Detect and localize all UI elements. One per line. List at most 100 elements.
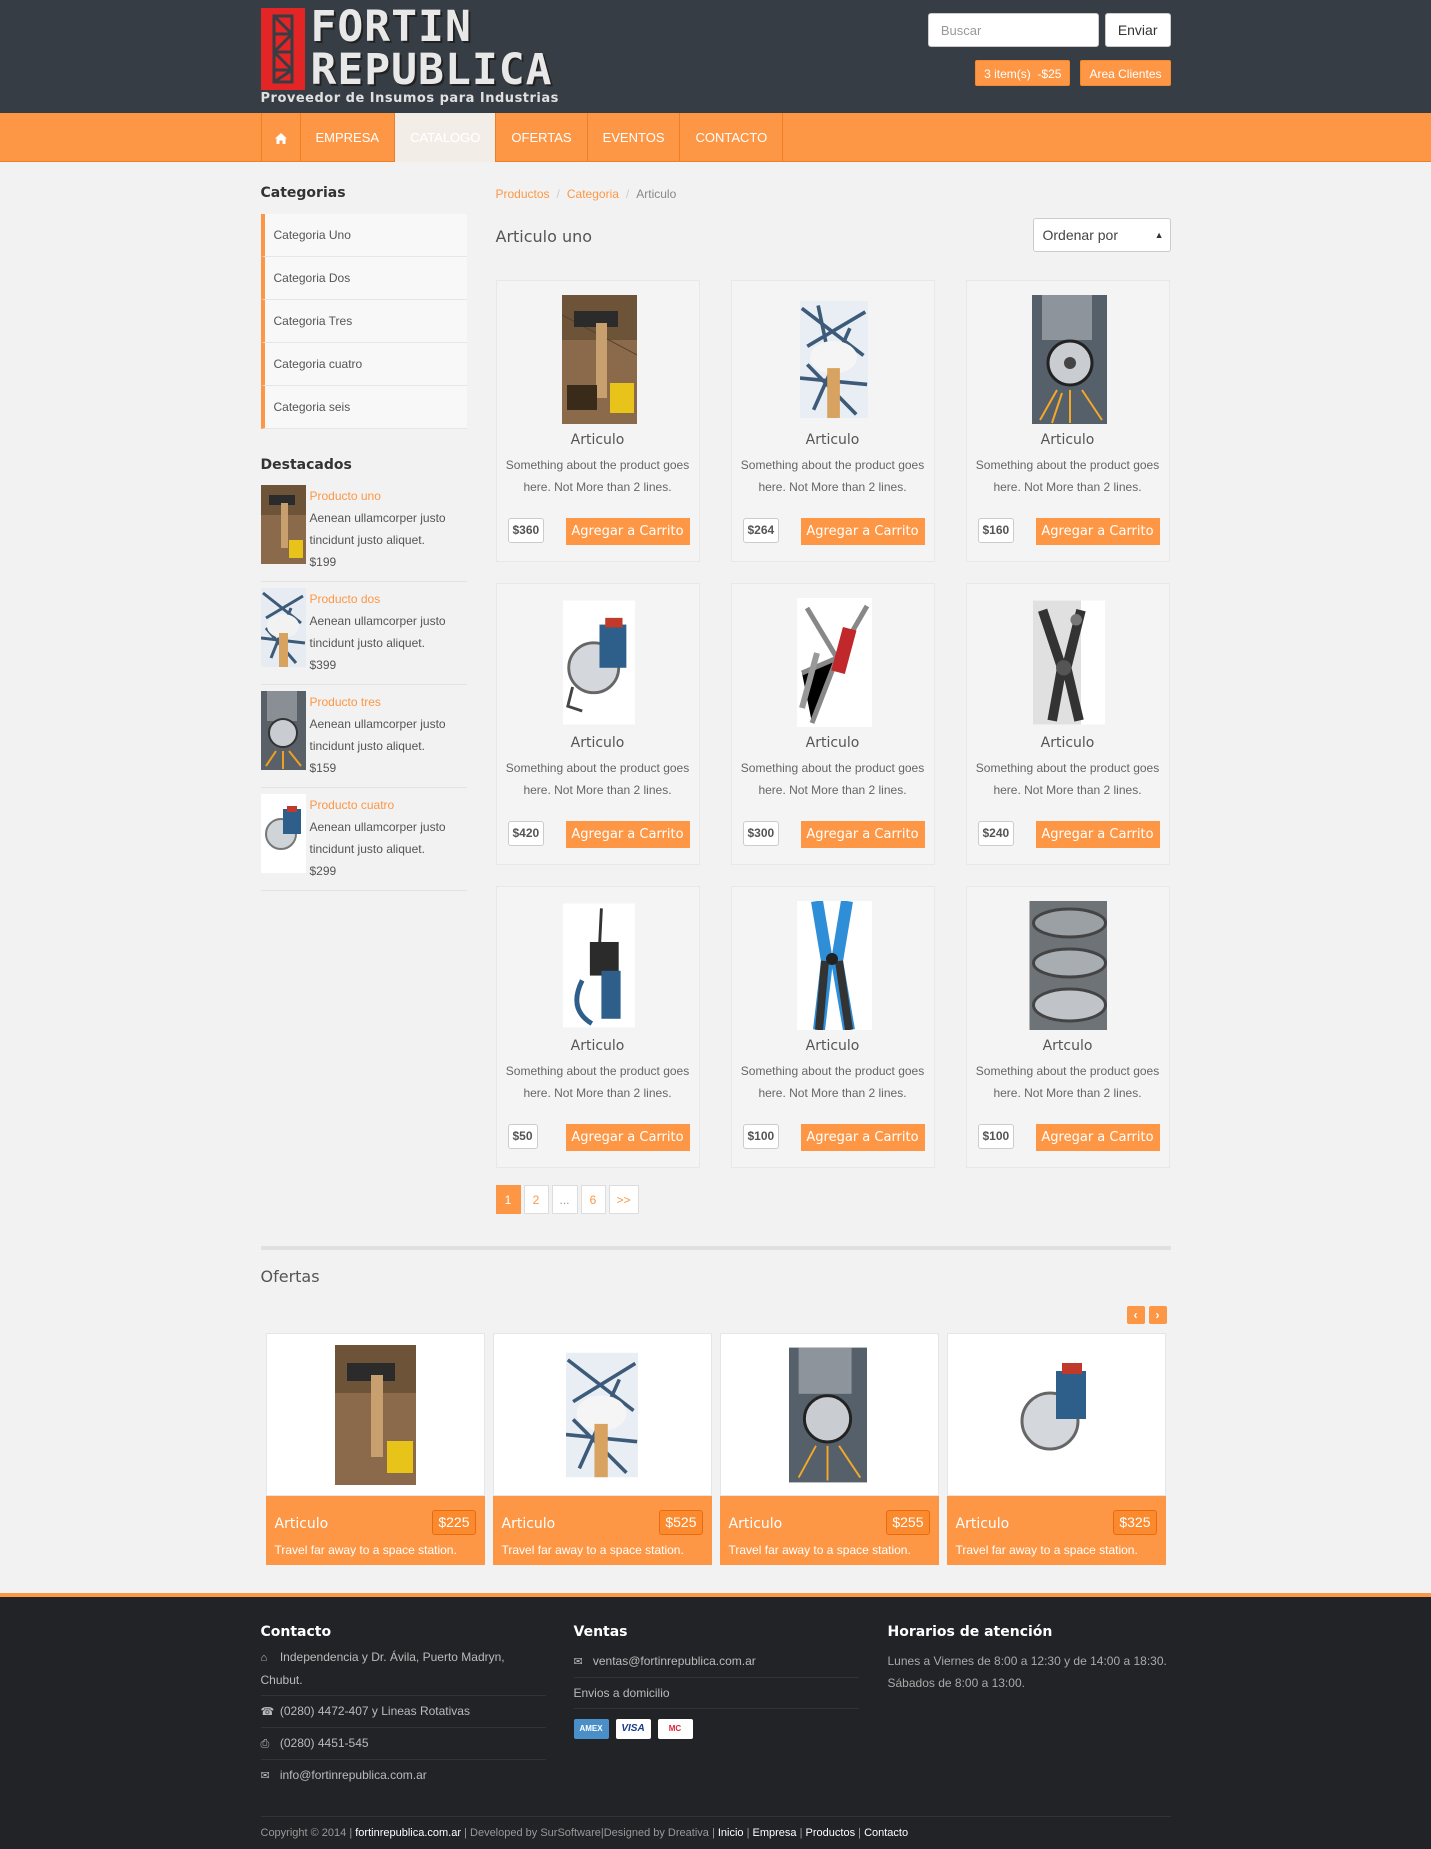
copyright-site-link[interactable]: fortinrepublica.com.ar xyxy=(355,1827,461,1839)
amex-card-icon: AMEX xyxy=(573,1719,609,1739)
add-to-cart-button[interactable]: Agregar a Carrito xyxy=(1035,821,1160,848)
breadcrumb-link[interactable]: Productos xyxy=(496,187,550,201)
footer-link-inicio[interactable]: Inicio xyxy=(718,1827,744,1839)
footer-link-productos[interactable]: Productos xyxy=(806,1827,856,1839)
category-item[interactable]: Categoria seis xyxy=(260,386,467,429)
product-title[interactable]: Articulo xyxy=(497,735,699,751)
chevron-left-icon[interactable]: ‹ xyxy=(1126,1306,1145,1324)
product-title[interactable]: Articulo xyxy=(967,735,1169,751)
footer-hours2: Sábados de 8:00 a 13:00. xyxy=(887,1676,1025,1690)
category-item[interactable]: Categoria Uno xyxy=(260,214,467,257)
add-to-cart-button[interactable]: Agregar a Carrito xyxy=(800,518,925,545)
product-desc: Something about the product goes here. N… xyxy=(505,458,690,494)
product-title[interactable]: Articulo xyxy=(732,735,934,751)
envelope-icon: ✉ xyxy=(573,1656,583,1668)
product-title[interactable]: Articulo xyxy=(732,432,934,448)
page-link-current[interactable]: 1 xyxy=(495,1185,521,1214)
offer-price: $255 xyxy=(886,1510,930,1535)
footer-hours1: Lunes a Viernes de 8:00 a 12:30 y de 14:… xyxy=(887,1654,1167,1668)
product-card: Articulo Something about the product goe… xyxy=(495,886,700,1168)
offer-price: $225 xyxy=(432,1510,476,1535)
footer-divider xyxy=(260,1816,1171,1817)
product-price: $100 xyxy=(742,1124,780,1149)
footer-address: Independencia y Dr. Ávila, Puerto Madryn… xyxy=(260,1650,505,1687)
page-link[interactable]: 2 xyxy=(523,1185,549,1214)
featured-item[interactable]: Producto dos Aenean ullamcorper justo ti… xyxy=(260,582,467,685)
product-price: $360 xyxy=(507,518,545,543)
category-item[interactable]: Categoria Tres xyxy=(260,300,467,343)
product-desc: Something about the product goes here. N… xyxy=(740,1064,925,1100)
logo-tagline: Proveedor de Insumos para Industrias xyxy=(260,91,559,106)
next-page-link[interactable]: >> xyxy=(608,1185,639,1214)
add-to-cart-button[interactable]: Agregar a Carrito xyxy=(800,1124,925,1151)
section-divider xyxy=(260,1246,1171,1250)
site-logo[interactable]: FORTIN REPUBLICA Proveedor de Insumos pa… xyxy=(260,6,558,108)
footer-link-empresa[interactable]: Empresa xyxy=(753,1827,797,1839)
breadcrumb-link[interactable]: Categoria xyxy=(567,187,619,201)
featured-name[interactable]: Producto cuatro xyxy=(310,794,467,816)
copyright: Copyright © 2014 | fortinrepublica.com.a… xyxy=(260,1827,909,1839)
add-to-cart-button[interactable]: Agregar a Carrito xyxy=(800,821,925,848)
featured-desc: Aenean ullamcorper justo tincidunt justo… xyxy=(309,614,446,650)
featured-name[interactable]: Producto tres xyxy=(310,691,467,713)
offer-card[interactable]: Articulo $525 Travel far away to a space… xyxy=(492,1333,712,1565)
circular-saw-product-image xyxy=(260,794,306,873)
product-card: Articulo Something about the product goe… xyxy=(495,583,700,865)
category-item[interactable]: Categoria cuatro xyxy=(260,343,467,386)
nav-item-empresa[interactable]: EMPRESA xyxy=(301,113,396,162)
nav-home[interactable] xyxy=(262,113,301,162)
nav-item-eventos[interactable]: EVENTOS xyxy=(588,113,681,162)
grinder-offer-image xyxy=(788,1347,867,1483)
featured-name[interactable]: Producto dos xyxy=(310,588,467,610)
product-price: $300 xyxy=(742,821,780,846)
offer-name: Articulo xyxy=(274,1516,329,1532)
chevron-right-icon[interactable]: › xyxy=(1148,1306,1167,1324)
offer-price: $325 xyxy=(1113,1510,1157,1535)
visa-card-icon: VISA xyxy=(615,1719,651,1739)
featured-item[interactable]: Producto cuatro Aenean ullamcorper justo… xyxy=(260,788,467,891)
footer-phone2: (0280) 4451-545 xyxy=(279,1736,369,1750)
footer-email[interactable]: info@fortinrepublica.com.ar xyxy=(280,1768,427,1782)
product-title[interactable]: Articulo xyxy=(497,432,699,448)
add-to-cart-button[interactable]: Agregar a Carrito xyxy=(565,1124,690,1151)
offer-desc: Travel far away to a space station. xyxy=(274,1543,457,1557)
nav-item-catalogo[interactable]: CATALOGO xyxy=(395,113,497,162)
clients-area-button[interactable]: Area Clientes xyxy=(1080,60,1171,86)
offer-card[interactable]: Articulo $325 Travel far away to a space… xyxy=(946,1333,1166,1565)
featured-name[interactable]: Producto uno xyxy=(310,485,467,507)
site-header: FORTIN REPUBLICA Proveedor de Insumos pa… xyxy=(0,0,1431,113)
nav-item-ofertas[interactable]: OFERTAS xyxy=(496,113,588,162)
offer-price: $525 xyxy=(659,1510,703,1535)
featured-item[interactable]: Producto tres Aenean ullamcorper justo t… xyxy=(260,685,467,788)
offer-card[interactable]: Articulo $225 Travel far away to a space… xyxy=(265,1333,485,1565)
search-input[interactable] xyxy=(927,13,1099,47)
product-desc: Something about the product goes here. N… xyxy=(505,1064,690,1100)
nav-item-contacto[interactable]: CONTACTO xyxy=(680,113,784,162)
add-to-cart-button[interactable]: Agregar a Carrito xyxy=(565,821,690,848)
product-desc: Something about the product goes here. N… xyxy=(505,761,690,797)
footer-link-contacto[interactable]: Contacto xyxy=(864,1827,908,1839)
product-title[interactable]: Articulo xyxy=(732,1038,934,1054)
page-link[interactable]: 6 xyxy=(580,1185,606,1214)
offer-name: Articulo xyxy=(501,1516,556,1532)
add-to-cart-button[interactable]: Agregar a Carrito xyxy=(1035,1124,1160,1151)
featured-list: Producto uno Aenean ullamcorper justo ti… xyxy=(260,479,467,891)
footer-sales-email[interactable]: ventas@fortinrepublica.com.ar xyxy=(593,1654,756,1668)
product-title[interactable]: Articulo xyxy=(967,432,1169,448)
footer-contact: Contacto ⌂ Independencia y Dr. Ávila, Pu… xyxy=(260,1624,546,1791)
category-item[interactable]: Categoria Dos xyxy=(260,257,467,300)
cart-button[interactable]: 3 item(s) -$25 xyxy=(975,60,1071,86)
printer-icon: ⎙ xyxy=(260,1738,270,1750)
home-icon: ⌂ xyxy=(260,1652,268,1664)
add-to-cart-button[interactable]: Agregar a Carrito xyxy=(1035,518,1160,545)
product-title[interactable]: Artculo xyxy=(967,1038,1169,1054)
product-title[interactable]: Articulo xyxy=(497,1038,699,1054)
search-form: Enviar xyxy=(927,13,1171,47)
sort-select[interactable]: Ordenar por ▲ xyxy=(1032,218,1171,252)
add-to-cart-button[interactable]: Agregar a Carrito xyxy=(565,518,690,545)
offer-desc: Travel far away to a space station. xyxy=(501,1543,684,1557)
product-card: Articulo Something about the product goe… xyxy=(965,583,1170,865)
featured-item[interactable]: Producto uno Aenean ullamcorper justo ti… xyxy=(260,479,467,582)
offer-card[interactable]: Articulo $255 Travel far away to a space… xyxy=(719,1333,939,1565)
search-submit-button[interactable]: Enviar xyxy=(1104,13,1171,47)
